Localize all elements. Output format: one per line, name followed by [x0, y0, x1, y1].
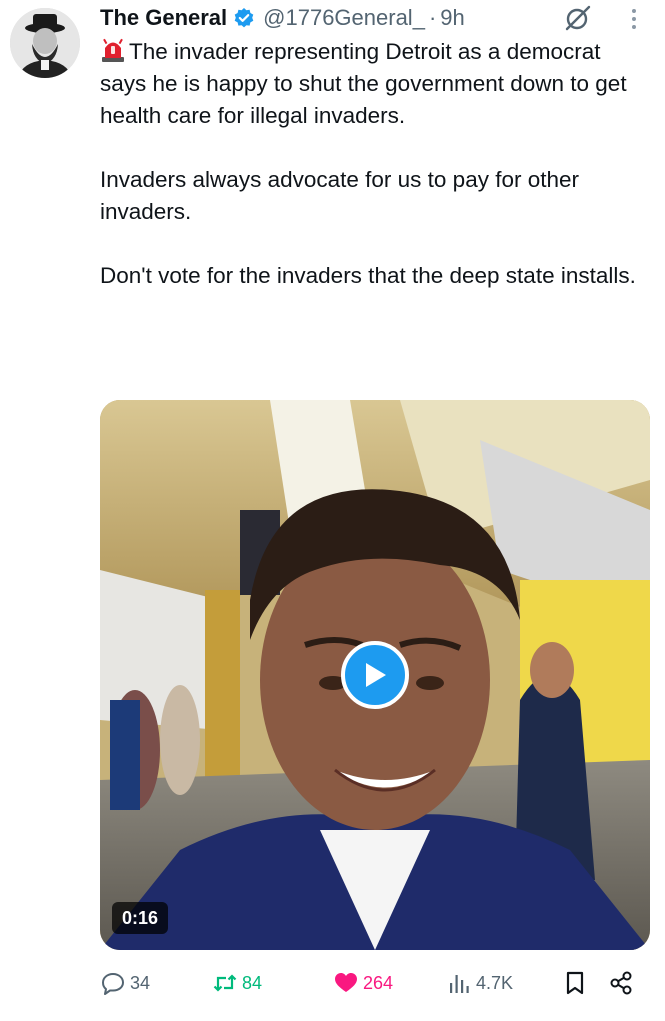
views-icon: [450, 975, 469, 993]
author-handle[interactable]: @1776General_: [263, 5, 425, 31]
share-button[interactable]: [608, 966, 638, 1000]
like-button[interactable]: 264: [333, 966, 393, 1000]
tweet-paragraph-1: The invader representing Detroit as a de…: [100, 36, 640, 132]
video-player[interactable]: 0:16: [100, 400, 650, 950]
like-count: 264: [363, 972, 394, 993]
tweet-paragraph-2: Invaders always advocate for us to pay f…: [100, 167, 580, 224]
share-icon: [610, 971, 632, 995]
tweet-paragraph-3: Don't vote for the invaders that the dee…: [100, 263, 636, 288]
tweet-text: The invader representing Detroit as a de…: [100, 36, 640, 292]
bookmark-button[interactable]: [562, 966, 592, 1000]
tweet-paragraph-1-text: The invader representing Detroit as a de…: [100, 39, 627, 128]
video-duration: 0:16: [112, 902, 169, 934]
heart-icon: [335, 973, 357, 992]
play-icon: [366, 663, 386, 687]
bookmark-icon: [566, 971, 584, 995]
views-button[interactable]: 4.7K: [446, 966, 513, 1000]
retweet-count: 84: [242, 972, 263, 993]
reply-count: 34: [130, 972, 151, 993]
tweet-actions: 34 84 264 4.7K: [100, 966, 645, 1000]
header-separator: ·: [428, 5, 437, 30]
tweet-timestamp[interactable]: 9h: [440, 5, 464, 31]
retweet-button[interactable]: 84: [212, 966, 262, 1000]
author-name[interactable]: The General: [100, 5, 227, 31]
view-count: 4.7K: [476, 972, 514, 993]
reply-icon: [102, 973, 124, 995]
police-siren-icon: [100, 37, 126, 63]
verified-badge-icon[interactable]: [233, 7, 255, 29]
author-avatar[interactable]: [10, 8, 80, 78]
more-options-icon[interactable]: [624, 8, 644, 30]
reply-button[interactable]: 34: [100, 966, 150, 1000]
tweet-header: The General @1776General_ · 9h: [100, 4, 465, 32]
play-button[interactable]: [341, 641, 409, 709]
grok-icon[interactable]: [562, 2, 594, 34]
retweet-icon: [213, 974, 237, 992]
